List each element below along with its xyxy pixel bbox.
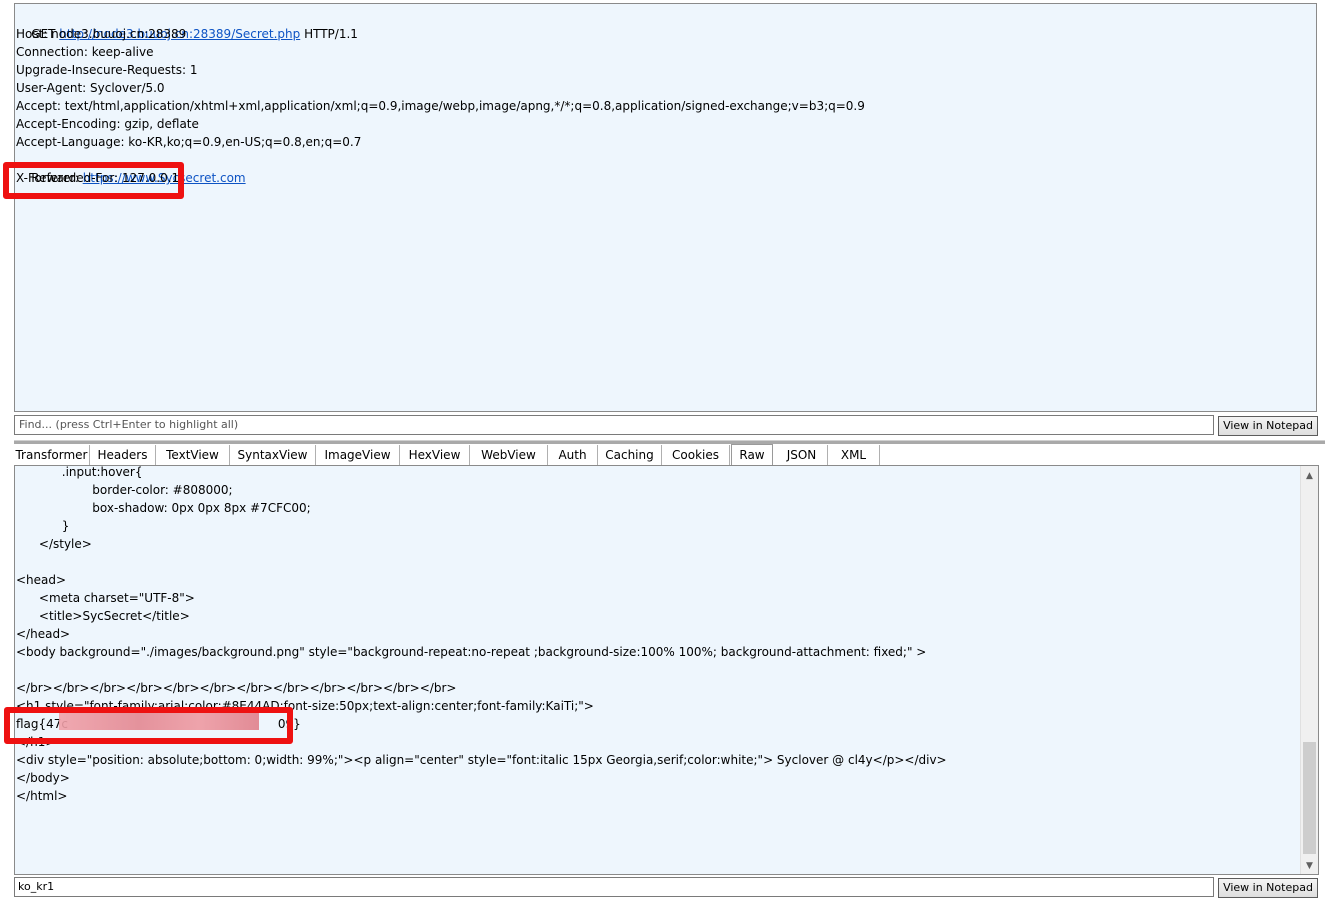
header-host: Host: node3.buuoj.cn:28389 — [16, 27, 187, 41]
highlight-box-xff — [3, 162, 184, 199]
view-in-notepad-button[interactable]: View in Notepad — [1218, 416, 1318, 436]
tab-headers[interactable]: Headers — [90, 445, 156, 465]
header-connection: Connection: keep-alive — [16, 45, 154, 59]
tab-textview[interactable]: TextView — [156, 445, 230, 465]
response-line: <div style="position: absolute;bottom: 0… — [16, 753, 947, 767]
scroll-down-arrow-icon[interactable]: ▼ — [1301, 858, 1318, 874]
response-line: </body> — [16, 771, 70, 785]
response-line: </html> — [16, 789, 68, 803]
tab-transformer[interactable]: Transformer — [14, 445, 90, 465]
tab-syntaxview[interactable]: SyntaxView — [230, 445, 316, 465]
header-upgrade-insecure-requests: Upgrade-Insecure-Requests: 1 — [16, 63, 198, 77]
response-line: .input:hover{ — [16, 465, 143, 479]
header-accept-language: Accept-Language: ko-KR,ko;q=0.9,en-US;q=… — [16, 135, 362, 149]
header-accept: Accept: text/html,application/xhtml+xml,… — [16, 99, 865, 113]
scrollbar-thumb[interactable] — [1303, 742, 1316, 854]
view-in-notepad-button-bottom[interactable]: View in Notepad — [1218, 878, 1318, 898]
response-line: } — [16, 519, 70, 533]
tab-auth[interactable]: Auth — [548, 445, 598, 465]
response-raw-pane[interactable]: .input:hover{ border-color: #808000; box… — [14, 465, 1319, 875]
vertical-scrollbar[interactable]: ▲ ▼ — [1300, 466, 1318, 874]
response-line: border-color: #808000; — [16, 483, 233, 497]
find-input[interactable]: Find... (press Ctrl+Enter to highlight a… — [14, 415, 1214, 435]
response-line: </br></br></br></br></br></br></br></br>… — [16, 681, 457, 695]
header-accept-encoding: Accept-Encoding: gzip, deflate — [16, 117, 199, 131]
tab-xml[interactable]: XML — [828, 445, 880, 465]
response-line: </head> — [16, 627, 71, 641]
response-line: <body background="./images/background.pn… — [16, 645, 927, 659]
tab-imageview[interactable]: ImageView — [316, 445, 400, 465]
status-row: ko_kr1 View in Notepad — [14, 877, 1319, 899]
tab-json[interactable]: JSON — [776, 445, 828, 465]
tab-caching[interactable]: Caching — [598, 445, 662, 465]
status-input[interactable]: ko_kr1 — [14, 877, 1214, 897]
find-row: Find... (press Ctrl+Enter to highlight a… — [14, 415, 1319, 437]
tab-raw[interactable]: Raw — [731, 444, 773, 465]
tab-hexview[interactable]: HexView — [400, 445, 470, 465]
request-protocol: HTTP/1.1 — [300, 27, 358, 41]
response-line: </style> — [16, 537, 92, 551]
request-raw-pane[interactable]: GET http://node3.buuoj.cn:28389/Secret.p… — [14, 3, 1317, 412]
header-user-agent: User-Agent: Syclover/5.0 — [16, 81, 165, 95]
response-line: <head> — [16, 573, 67, 587]
response-line: box-shadow: 0px 0px 8px #7CFC00; — [16, 501, 311, 515]
highlight-box-flag — [4, 707, 293, 744]
response-line: <meta charset="UTF-8"> — [16, 591, 195, 605]
response-line: <title>SycSecret</title> — [16, 609, 190, 623]
request-line: GET http://node3.buuoj.cn:28389/Secret.p… — [16, 7, 358, 41]
tab-webview[interactable]: WebView — [470, 445, 548, 465]
tab-cookies[interactable]: Cookies — [662, 445, 730, 465]
scroll-up-arrow-icon[interactable]: ▲ — [1301, 468, 1318, 484]
response-tabs: Transformer Headers TextView SyntaxView … — [14, 444, 1325, 465]
